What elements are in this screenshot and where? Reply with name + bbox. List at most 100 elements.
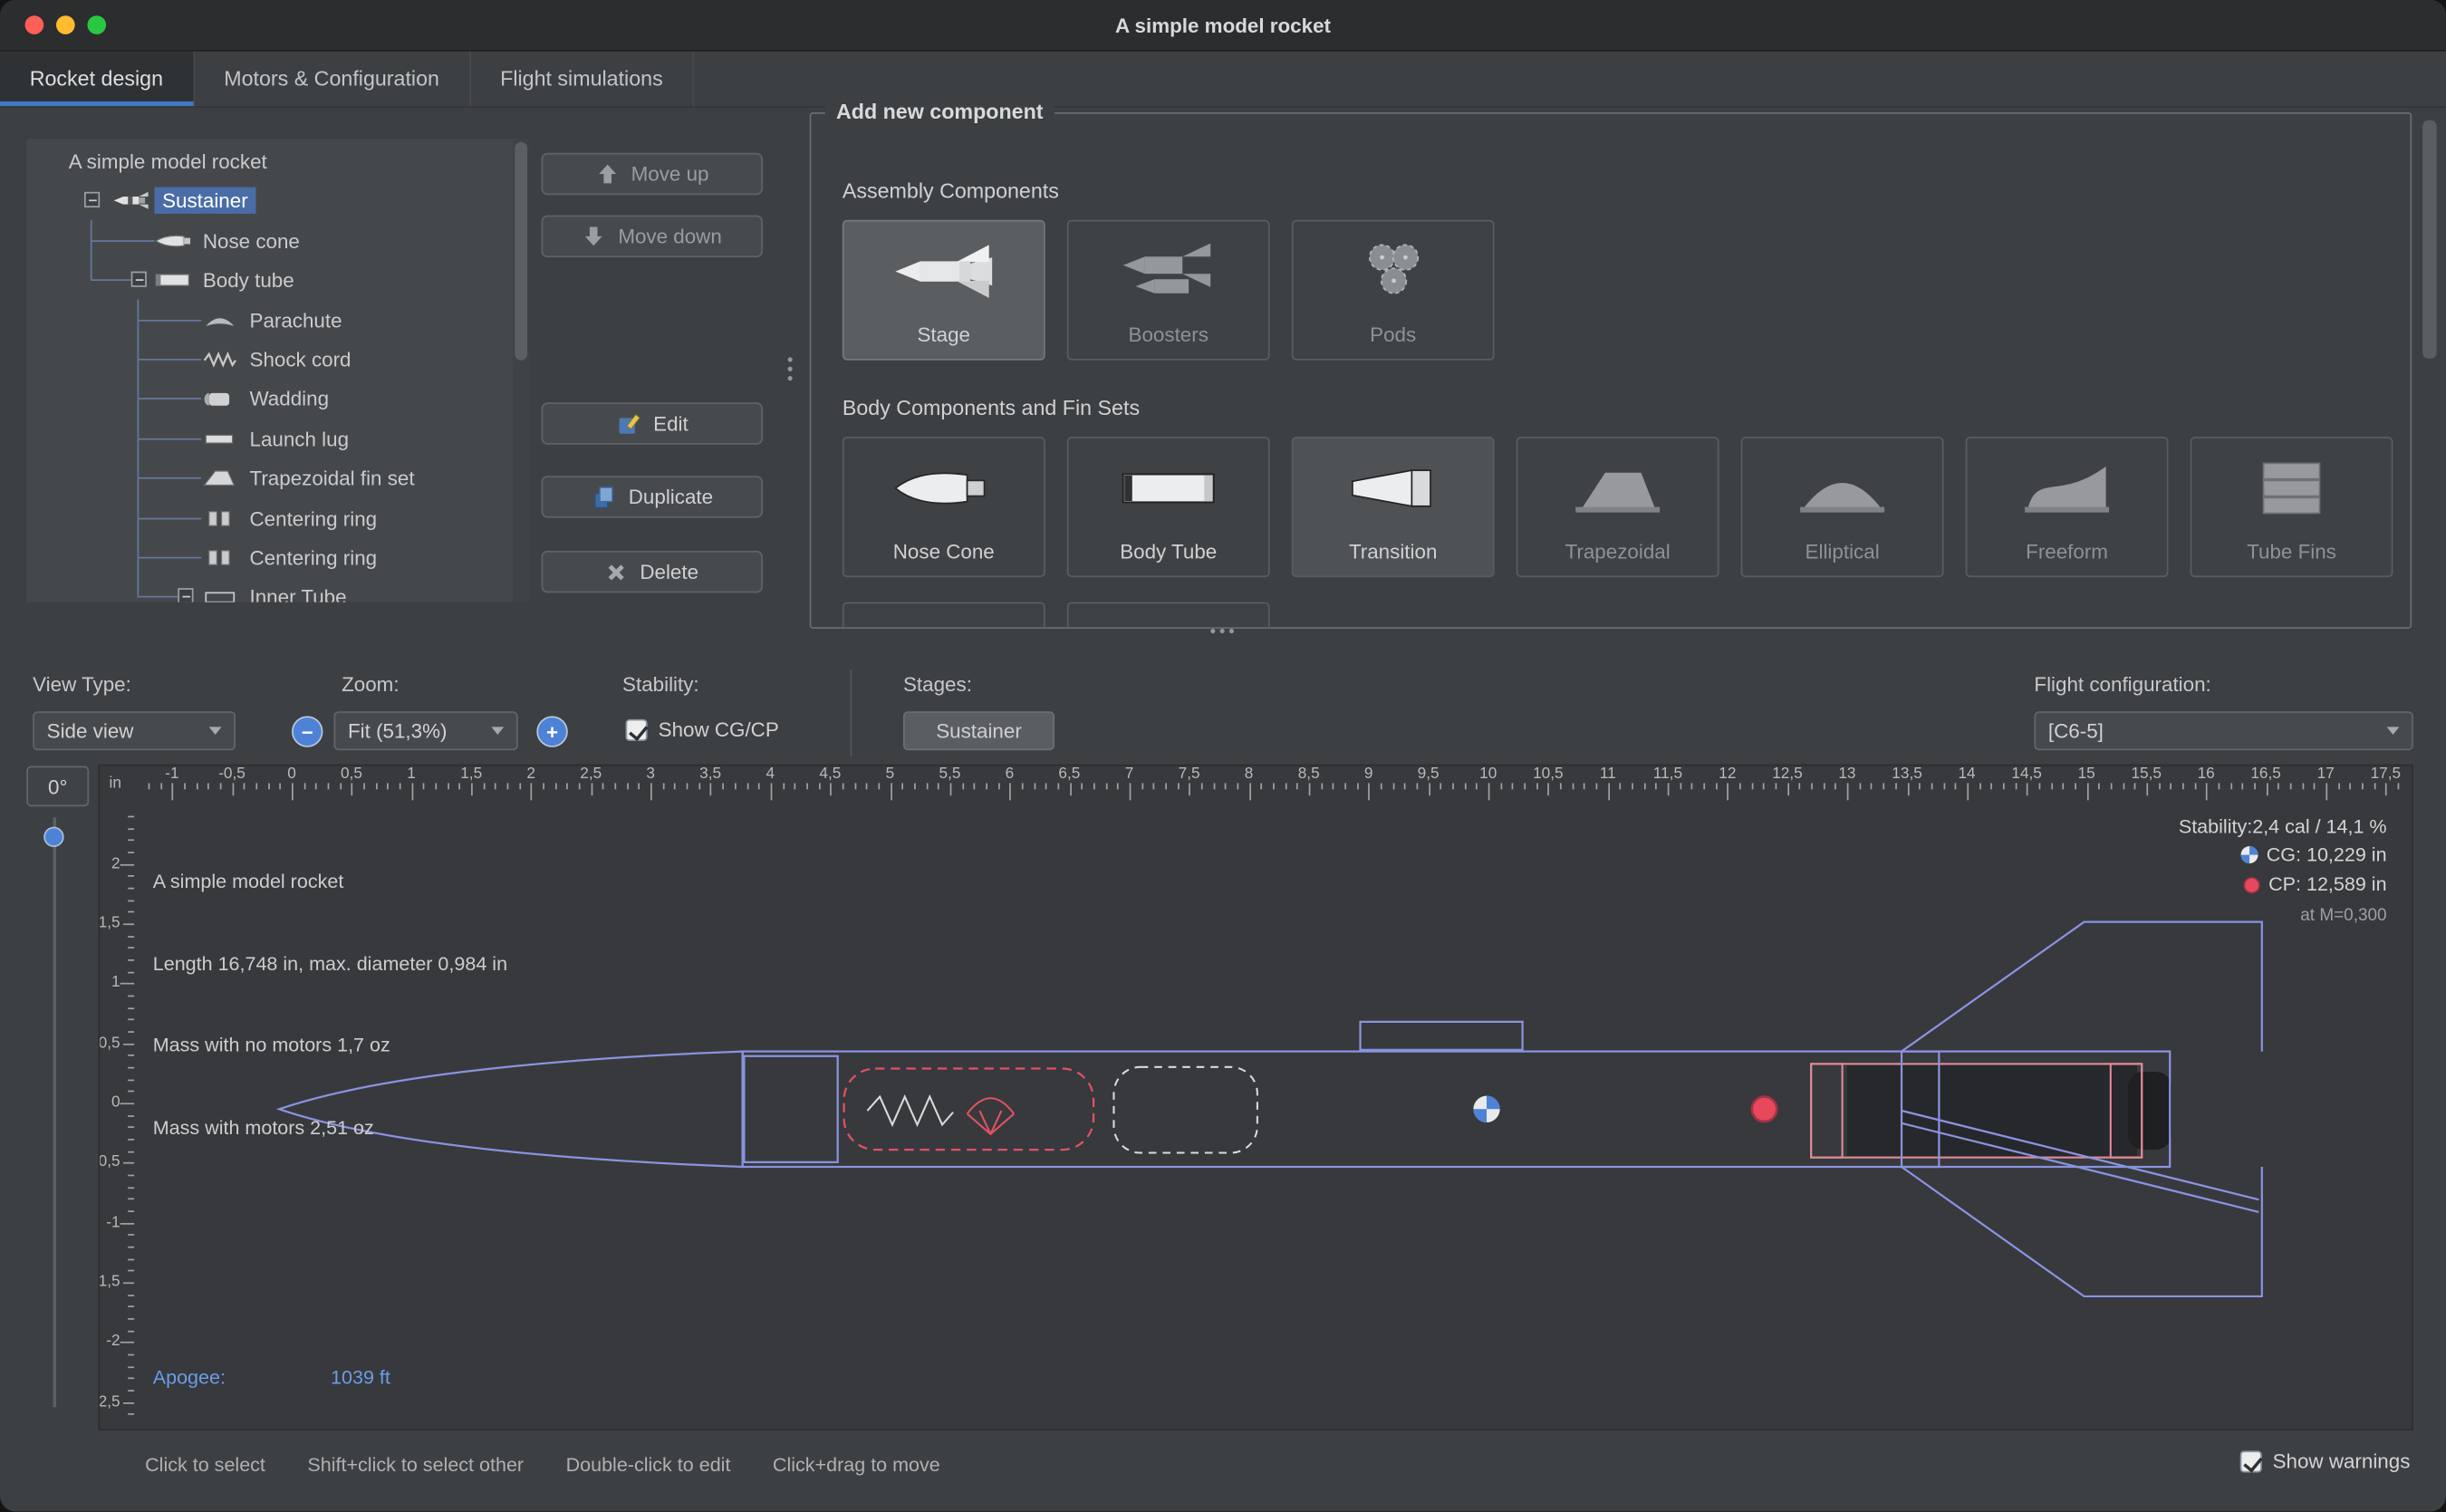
ruler-tick bbox=[2290, 783, 2292, 789]
ruler-tick bbox=[1022, 783, 1024, 789]
tab-flight-simulations[interactable]: Flight simulations bbox=[470, 52, 694, 106]
flight-configuration-select[interactable]: [C6-5] bbox=[2034, 711, 2412, 750]
ruler-tick bbox=[531, 783, 533, 800]
panel-scrollbar[interactable] bbox=[2422, 120, 2436, 359]
rotation-slider[interactable] bbox=[53, 817, 56, 1407]
show-warnings-checkbox[interactable]: Show warnings bbox=[2239, 1449, 2410, 1473]
ruler-tick bbox=[128, 1318, 134, 1320]
ruler-tick bbox=[806, 783, 808, 789]
ruler-tick bbox=[128, 971, 134, 973]
parachute-symbol bbox=[968, 1098, 1015, 1134]
edit-button[interactable]: Edit bbox=[542, 402, 764, 444]
component-button-clipped[interactable] bbox=[843, 602, 1045, 629]
tree-item-inner-tube[interactable]: Inner Tube bbox=[250, 584, 347, 602]
motor[interactable] bbox=[1847, 1065, 2137, 1156]
ruler-tick bbox=[172, 783, 174, 800]
ruler-tick bbox=[128, 1306, 134, 1308]
tree-item-centering-ring[interactable]: Centering ring bbox=[250, 505, 378, 531]
component-button-nose-cone[interactable]: Nose Cone bbox=[843, 437, 1045, 577]
component-button-label: Trapezoidal bbox=[1517, 540, 1717, 563]
component-button-stage[interactable]: Stage bbox=[843, 220, 1045, 361]
ruler-tick bbox=[1608, 783, 1610, 800]
parachute-outline[interactable] bbox=[844, 1069, 1094, 1151]
ruler-tick bbox=[2385, 783, 2387, 795]
zoom-in-button[interactable]: + bbox=[536, 716, 567, 746]
ruler-tick bbox=[830, 783, 832, 795]
tree-item-body-tube[interactable]: Body tube bbox=[203, 267, 294, 294]
stage-toggle-sustainer[interactable]: Sustainer bbox=[903, 711, 1054, 750]
delete-button[interactable]: Delete bbox=[542, 551, 764, 592]
ruler-tick bbox=[1763, 783, 1765, 789]
tree-expander-toggle[interactable] bbox=[131, 272, 147, 287]
ruler-tick bbox=[128, 1390, 134, 1392]
panel-splitter-handle[interactable] bbox=[788, 357, 793, 380]
traffic-lights bbox=[25, 15, 107, 34]
wadding-outline[interactable] bbox=[1113, 1067, 1257, 1153]
ruler-tick bbox=[602, 783, 604, 789]
ruler-tick bbox=[128, 959, 134, 961]
ruler-tick bbox=[2075, 783, 2076, 789]
ruler-tick bbox=[1392, 783, 1394, 789]
component-button-clipped[interactable] bbox=[1067, 602, 1270, 629]
tab-motors-configuration[interactable]: Motors & Configuration bbox=[194, 52, 470, 106]
tree-scrollbar[interactable] bbox=[514, 139, 529, 602]
ruler-tick bbox=[315, 783, 317, 789]
tree-expander-toggle[interactable] bbox=[84, 192, 100, 207]
openrocket-window: A simple model rocket Rocket designMotor… bbox=[0, 0, 2446, 1512]
duplicate-button[interactable]: Duplicate bbox=[542, 476, 764, 517]
wadding-icon bbox=[201, 389, 242, 409]
component-button-label: Elliptical bbox=[1742, 540, 1941, 563]
ruler-tick bbox=[1273, 783, 1275, 789]
move-up-button[interactable]: Move up bbox=[542, 153, 764, 195]
tree-item-shock-cord[interactable]: Shock cord bbox=[250, 346, 351, 372]
ruler-tick bbox=[2337, 783, 2339, 789]
zoom-window-button[interactable] bbox=[87, 15, 106, 34]
rotation-slider-thumb[interactable] bbox=[43, 827, 63, 847]
motor-nozzle[interactable] bbox=[2128, 1072, 2172, 1150]
ruler-tick bbox=[794, 783, 796, 789]
tree-item-launch-lug[interactable]: Launch lug bbox=[250, 426, 350, 452]
zoom-select[interactable]: Fit (51,3%) bbox=[333, 711, 517, 750]
ruler-tick bbox=[2038, 783, 2040, 789]
tree-item-trapezoidal-fin-set[interactable]: Trapezoidal fin set bbox=[250, 465, 415, 491]
tab-rocket-design[interactable]: Rocket design bbox=[0, 52, 194, 106]
component-tree[interactable]: A simple model rocket Sustainer Nose cone B… bbox=[26, 139, 528, 602]
ruler-tick bbox=[1632, 783, 1633, 789]
close-window-button[interactable] bbox=[25, 15, 44, 34]
view-toolbar: View Type: Side view Zoom: − Fit (51,3%)… bbox=[0, 660, 2446, 764]
ruler-tick bbox=[292, 783, 294, 800]
ruler-tick bbox=[1249, 783, 1251, 800]
ruler-tick bbox=[1512, 783, 1514, 789]
minimize-window-button[interactable] bbox=[56, 15, 75, 34]
ruler-label: 2,5 bbox=[580, 766, 602, 783]
ruler-tick bbox=[2194, 783, 2196, 789]
tree-item-sustainer[interactable]: Sustainer bbox=[154, 188, 255, 214]
ruler-tick bbox=[1464, 783, 1466, 789]
rocket-canvas[interactable]: -1-0,500,511,522,533,544,555,566,577,588… bbox=[98, 765, 2412, 1430]
move-down-button[interactable]: Move down bbox=[542, 216, 764, 257]
show-cgcp-checkbox[interactable]: Show CG/CP bbox=[625, 717, 778, 741]
ruler-tick bbox=[1799, 783, 1801, 789]
ruler-label: 10,5 bbox=[1533, 766, 1564, 783]
ruler-tick bbox=[2110, 783, 2112, 789]
ruler-tick bbox=[1835, 783, 1837, 789]
ruler-tick bbox=[120, 1222, 134, 1224]
tree-item-a-simple-model-rocket[interactable]: A simple model rocket bbox=[69, 149, 267, 175]
mach-text: at M=0,300 bbox=[2179, 902, 2387, 929]
tree-item-centering-ring[interactable]: Centering ring bbox=[250, 544, 378, 571]
component-button-transition[interactable]: Transition bbox=[1292, 437, 1495, 577]
ruler-tick bbox=[986, 783, 987, 789]
component-button-body-tube[interactable]: Body Tube bbox=[1067, 437, 1270, 577]
view-type-select[interactable]: Side view bbox=[33, 711, 236, 750]
ruler-tick bbox=[1344, 783, 1346, 789]
shock-cord-line[interactable] bbox=[867, 1097, 953, 1125]
tree-item-parachute[interactable]: Parachute bbox=[250, 307, 342, 333]
zoom-out-button[interactable]: − bbox=[292, 716, 323, 746]
main-tabbar: Rocket designMotors & ConfigurationFligh… bbox=[0, 52, 2446, 108]
ruler-tick bbox=[2015, 783, 2017, 789]
horizontal-splitter-handle[interactable] bbox=[1210, 629, 1234, 633]
tree-expander-toggle[interactable] bbox=[178, 588, 193, 602]
tree-item-nose-cone[interactable]: Nose cone bbox=[203, 227, 300, 254]
component-button-trapezoidal: Trapezoidal bbox=[1517, 437, 1719, 577]
tree-item-wadding[interactable]: Wadding bbox=[250, 386, 330, 412]
